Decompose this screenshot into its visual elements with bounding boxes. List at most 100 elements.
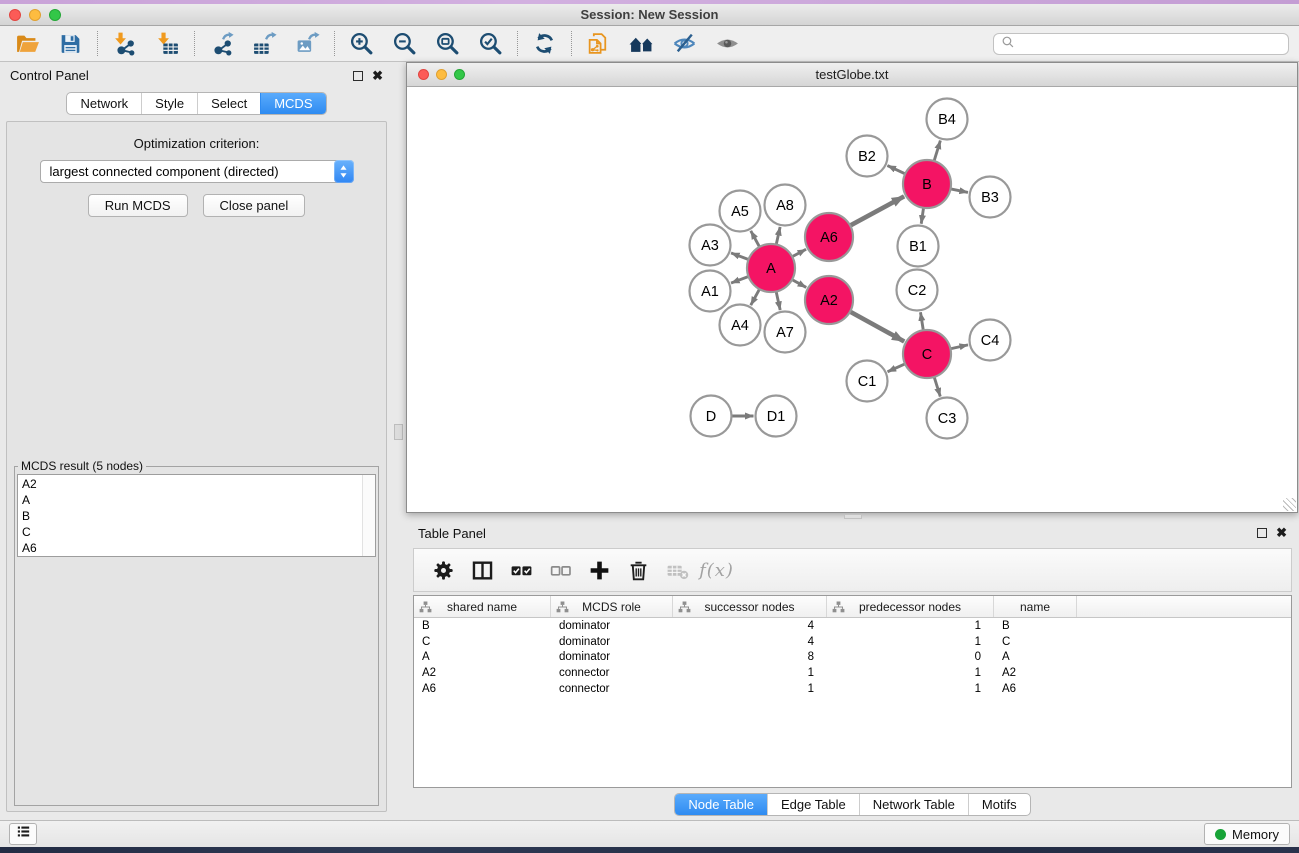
splitter-grip[interactable] bbox=[394, 424, 403, 440]
close-panel-button[interactable]: Close panel bbox=[203, 194, 306, 217]
tab-node-table[interactable]: Node Table bbox=[675, 794, 767, 815]
tab-mcds[interactable]: MCDS bbox=[260, 93, 325, 114]
import-table-icon[interactable] bbox=[155, 31, 180, 56]
graph-node[interactable]: B3 bbox=[970, 177, 1011, 218]
graph-edge[interactable] bbox=[731, 253, 749, 260]
graph-edge[interactable] bbox=[934, 376, 940, 397]
column-header-predecessor-nodes[interactable]: predecessor nodes bbox=[827, 596, 994, 617]
graph-node[interactable]: C4 bbox=[970, 320, 1011, 361]
graph-node[interactable]: A bbox=[747, 244, 795, 292]
memory-button[interactable]: Memory bbox=[1204, 823, 1290, 845]
column-header-name[interactable]: name bbox=[994, 596, 1077, 617]
export-table-icon[interactable] bbox=[252, 31, 277, 56]
float-panel-icon[interactable] bbox=[353, 71, 363, 81]
unselect-all-columns-icon[interactable] bbox=[548, 558, 573, 583]
minimize-window-button[interactable] bbox=[29, 9, 41, 21]
show-details-icon[interactable] bbox=[715, 31, 740, 56]
graph-node[interactable]: A8 bbox=[765, 185, 806, 226]
graph-edge[interactable] bbox=[849, 196, 904, 226]
network-canvas[interactable]: B4B2BB3A8A5A6A3B1AC2A1A2A4A7C4CC1DD1C3 bbox=[407, 87, 1297, 512]
graph-edge[interactable] bbox=[791, 279, 806, 287]
graph-node[interactable]: A5 bbox=[720, 191, 761, 232]
search-input[interactable] bbox=[1020, 37, 1281, 51]
column-header-successor-nodes[interactable]: successor nodes bbox=[673, 596, 827, 617]
mcds-result-item[interactable]: A2 bbox=[18, 476, 375, 492]
network-zoom-button[interactable] bbox=[454, 69, 465, 80]
panel-splitter[interactable] bbox=[393, 62, 406, 820]
mcds-result-item[interactable]: B bbox=[18, 508, 375, 524]
home-icon[interactable] bbox=[629, 31, 654, 56]
graph-node[interactable]: B1 bbox=[898, 226, 939, 267]
graph-node[interactable]: A1 bbox=[690, 271, 731, 312]
graph-edge[interactable] bbox=[751, 288, 760, 305]
window-resize-grip[interactable] bbox=[1283, 498, 1296, 511]
horizontal-splitter[interactable] bbox=[406, 513, 1299, 520]
graph-edge[interactable] bbox=[776, 290, 780, 310]
graph-edge[interactable] bbox=[950, 189, 968, 193]
zoom-window-button[interactable] bbox=[49, 9, 61, 21]
split-pane-icon[interactable] bbox=[470, 558, 495, 583]
graph-node[interactable]: A6 bbox=[805, 213, 853, 261]
table-float-panel-icon[interactable] bbox=[1257, 528, 1267, 538]
graph-node[interactable]: C1 bbox=[847, 361, 888, 402]
save-session-icon[interactable] bbox=[58, 31, 83, 56]
close-window-button[interactable] bbox=[9, 9, 21, 21]
network-minimize-button[interactable] bbox=[436, 69, 447, 80]
graph-node[interactable]: B2 bbox=[847, 136, 888, 177]
graph-node[interactable]: B bbox=[903, 160, 951, 208]
tab-edge-table[interactable]: Edge Table bbox=[767, 794, 859, 815]
open-file-icon[interactable] bbox=[15, 31, 40, 56]
export-image-icon[interactable] bbox=[295, 31, 320, 56]
mcds-result-item[interactable]: C bbox=[18, 524, 375, 540]
network-close-button[interactable] bbox=[418, 69, 429, 80]
graph-node[interactable]: D bbox=[691, 396, 732, 437]
graph-node[interactable]: A4 bbox=[720, 305, 761, 346]
graph-node[interactable]: A7 bbox=[765, 312, 806, 353]
graph-node[interactable]: C2 bbox=[897, 270, 938, 311]
tab-select[interactable]: Select bbox=[197, 93, 260, 114]
tab-motifs[interactable]: Motifs bbox=[968, 794, 1030, 815]
table-row[interactable]: Adominator80A bbox=[414, 649, 1291, 665]
close-panel-icon[interactable]: ✖ bbox=[372, 71, 383, 81]
mcds-list-scrollbar[interactable] bbox=[362, 475, 375, 556]
network-graph[interactable]: B4B2BB3A8A5A6A3B1AC2A1A2A4A7C4CC1DD1C3 bbox=[407, 87, 1296, 512]
graph-edge[interactable] bbox=[888, 363, 907, 371]
zoom-in-icon[interactable] bbox=[349, 31, 374, 56]
graph-node[interactable]: A3 bbox=[690, 225, 731, 266]
run-mcds-button[interactable]: Run MCDS bbox=[88, 194, 188, 217]
mcds-result-item[interactable]: A6 bbox=[18, 540, 375, 556]
column-header-shared-name[interactable]: shared name bbox=[414, 596, 551, 617]
delete-column-icon[interactable] bbox=[626, 558, 651, 583]
export-network-icon[interactable] bbox=[209, 31, 234, 56]
graph-node[interactable]: D1 bbox=[756, 396, 797, 437]
graph-edge[interactable] bbox=[887, 166, 906, 175]
zoom-selected-icon[interactable] bbox=[478, 31, 503, 56]
tab-network-table[interactable]: Network Table bbox=[859, 794, 968, 815]
table-row[interactable]: Bdominator41B bbox=[414, 618, 1291, 634]
graph-edge[interactable] bbox=[776, 227, 780, 246]
search-box[interactable] bbox=[993, 33, 1289, 55]
add-column-icon[interactable] bbox=[587, 558, 612, 583]
column-header-mcds-role[interactable]: MCDS role bbox=[551, 596, 673, 617]
table-row[interactable]: A2connector11A2 bbox=[414, 665, 1291, 681]
graph-node[interactable]: C bbox=[903, 330, 951, 378]
gear-icon[interactable] bbox=[431, 558, 456, 583]
graph-edge[interactable] bbox=[731, 276, 749, 283]
select-all-columns-icon[interactable] bbox=[509, 558, 534, 583]
graph-edge[interactable] bbox=[949, 345, 968, 349]
graph-edge[interactable] bbox=[934, 141, 941, 163]
tab-style[interactable]: Style bbox=[141, 93, 197, 114]
task-history-button[interactable] bbox=[9, 823, 37, 845]
table-close-panel-icon[interactable]: ✖ bbox=[1276, 528, 1287, 538]
graph-edge[interactable] bbox=[920, 312, 923, 331]
network-window-titlebar[interactable]: testGlobe.txt bbox=[407, 63, 1297, 87]
clone-network-icon[interactable] bbox=[586, 31, 611, 56]
graph-node[interactable]: B4 bbox=[927, 99, 968, 140]
graph-edge[interactable] bbox=[751, 231, 760, 248]
table-row[interactable]: A6connector11A6 bbox=[414, 681, 1291, 697]
criterion-dropdown[interactable]: largest connected component (directed) bbox=[40, 160, 354, 183]
tab-network[interactable]: Network bbox=[67, 93, 141, 114]
table-row[interactable]: Cdominator41C bbox=[414, 634, 1291, 650]
zoom-out-icon[interactable] bbox=[392, 31, 417, 56]
zoom-fit-icon[interactable] bbox=[435, 31, 460, 56]
